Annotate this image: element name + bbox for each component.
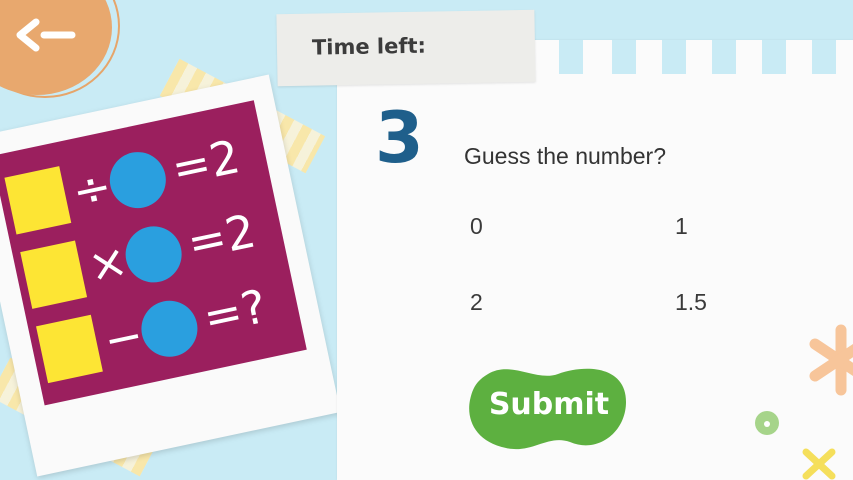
dot-decoration	[755, 411, 779, 435]
cross-decoration	[802, 448, 836, 480]
paper-hole	[762, 40, 786, 74]
submit-label: Submit	[488, 387, 610, 422]
puzzle-image: ÷ =2 × =2 − =?	[0, 100, 307, 406]
result-row-1: =2	[166, 129, 245, 197]
option-3[interactable]: 1.5	[669, 287, 713, 318]
option-1[interactable]: 1	[669, 211, 694, 242]
back-arrow-icon	[16, 18, 76, 52]
paper-hole	[559, 40, 583, 74]
result-row-2: =2	[182, 203, 261, 271]
operator-minus: −	[99, 307, 148, 368]
result-row-3: =?	[198, 278, 272, 345]
option-2[interactable]: 2	[464, 287, 489, 318]
yellow-square	[20, 240, 88, 309]
yellow-square	[36, 314, 103, 384]
asterisk-decoration	[809, 324, 853, 396]
paper-hole	[612, 40, 636, 74]
timer-label: Time left:	[311, 33, 427, 60]
option-0[interactable]: 0	[464, 211, 489, 242]
back-button[interactable]	[0, 0, 112, 95]
operator-divide: ÷	[67, 158, 117, 220]
operator-multiply: ×	[83, 232, 133, 294]
timer-banner: Time left:	[276, 9, 536, 87]
paper-hole	[812, 40, 836, 74]
question-text: Guess the number?	[464, 143, 667, 169]
question-number: 3	[375, 97, 424, 179]
paper-hole	[712, 40, 736, 74]
paper-hole	[662, 40, 686, 74]
yellow-square	[4, 166, 72, 235]
submit-button[interactable]: Submit	[466, 362, 632, 454]
